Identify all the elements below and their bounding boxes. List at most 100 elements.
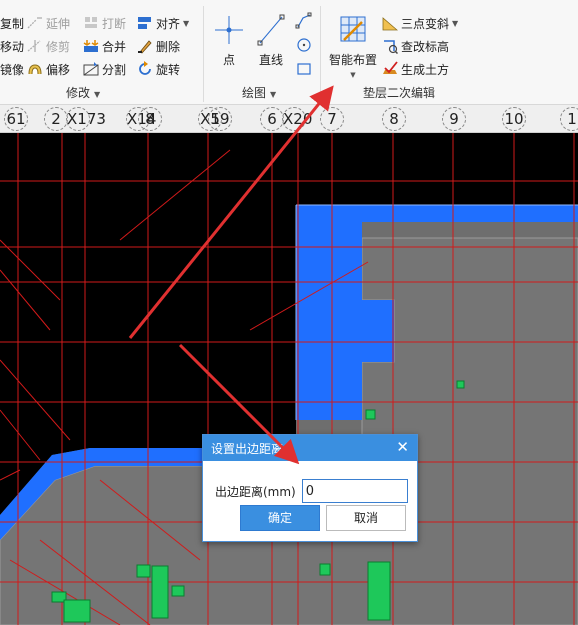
rectangle-button[interactable] — [295, 60, 313, 78]
polyline-icon — [295, 12, 312, 29]
drawing-canvas-svg — [0, 133, 578, 625]
ribbon-toolbar: 复制 移动 镜像 延伸 修剪 偏移 打断 合并 分割 对齐 ▼ 删除 旋转 修改… — [0, 0, 578, 105]
trim-icon — [27, 38, 43, 54]
axis-label-text: X20 — [283, 110, 313, 128]
smart-layout-icon — [340, 16, 366, 42]
point-label: 点 — [222, 53, 235, 67]
axis-label: 19 — [208, 107, 232, 131]
axis-label: 61 — [4, 107, 28, 131]
rotate-button[interactable]: 旋转 — [137, 60, 180, 78]
extend-icon — [27, 15, 43, 31]
offset-label: 偏移 — [46, 62, 71, 77]
axis-label-text: 19 — [210, 110, 230, 128]
trim-label: 修剪 — [46, 39, 71, 54]
merge-label: 合并 — [102, 39, 127, 54]
line-label: 直线 — [258, 53, 283, 67]
axis-label: 9 — [442, 107, 466, 131]
set-edge-distance-dialog: 设置出边距离 ✕ 出边距离(mm) 确定 取消 — [202, 434, 418, 542]
modify-group-dropdown-icon: ▼ — [94, 90, 101, 99]
ok-button[interactable]: 确定 — [240, 505, 320, 531]
three-point-slope-icon — [382, 15, 399, 31]
align-button[interactable]: 对齐 ▼ — [137, 14, 189, 32]
axis-label-text: 1 — [567, 110, 577, 128]
cushion-group-label: 垫层二次编辑 — [363, 86, 436, 100]
generate-earthwork-label: 生成土方 — [401, 62, 450, 77]
rotate-label: 旋转 — [156, 62, 181, 77]
line-button[interactable]: 直线 — [254, 14, 288, 68]
break-button[interactable]: 打断 — [83, 14, 126, 32]
circle-button[interactable] — [295, 36, 313, 54]
mirror-button[interactable]: 镜像 — [0, 60, 24, 78]
edge-distance-label: 出边距离(mm) — [215, 484, 296, 499]
dialog-title-bar[interactable]: 设置出边距离 ✕ — [203, 435, 417, 461]
move-label: 移动 — [0, 39, 25, 54]
three-point-slope-label: 三点变斜 — [401, 16, 450, 31]
split-label: 分割 — [102, 62, 127, 77]
axis-label: 1 — [560, 107, 578, 131]
point-icon — [215, 16, 243, 44]
trim-button[interactable]: 修剪 — [27, 37, 70, 55]
extend-button[interactable]: 延伸 — [27, 14, 70, 32]
align-icon — [137, 15, 153, 31]
align-dropdown-icon[interactable]: ▼ — [183, 19, 189, 28]
check-elevation-icon — [382, 38, 399, 55]
copy-button[interactable]: 复制 — [0, 14, 24, 32]
smart-layout-dropdown-icon: ▼ — [350, 71, 356, 79]
slab-inner — [0, 237, 578, 625]
extend-label: 延伸 — [46, 16, 71, 31]
axis-label: 2 — [44, 107, 68, 131]
axis-label: 7 — [320, 107, 344, 131]
point-button[interactable]: 点 — [212, 14, 246, 68]
axis-label: 6 — [260, 107, 284, 131]
separator — [203, 6, 204, 102]
offset-button[interactable]: 偏移 — [27, 60, 70, 78]
axis-label: 10 — [502, 107, 526, 131]
separator — [320, 6, 321, 102]
check-elevation-button[interactable]: 查改标高 — [382, 37, 449, 55]
smart-layout-label: 智能布置 — [328, 53, 377, 67]
axis-label-text: 7 — [327, 110, 337, 128]
break-label: 打断 — [102, 16, 127, 31]
edge-distance-input[interactable] — [301, 479, 408, 503]
cancel-button[interactable]: 取消 — [326, 505, 406, 531]
dialog-title: 设置出边距离 — [211, 442, 284, 456]
offset-icon — [27, 61, 43, 77]
axis-label: X173 — [66, 107, 106, 131]
axis-label: 8 — [138, 107, 162, 131]
axis-label-text: 9 — [449, 110, 459, 128]
align-label: 对齐 — [156, 16, 181, 31]
move-button[interactable]: 移动 — [0, 37, 24, 55]
close-icon[interactable]: ✕ — [396, 438, 409, 456]
edge-distance-row: 出边距离(mm) — [215, 479, 408, 503]
line-icon — [257, 14, 285, 46]
modify-group-label[interactable]: 修改 ▼ — [66, 84, 100, 101]
delete-icon — [137, 38, 153, 54]
axis-label-text: 6 — [267, 110, 277, 128]
axis-label-text: 8 — [389, 110, 399, 128]
axis-label-text: X173 — [67, 110, 106, 128]
split-button[interactable]: 分割 — [83, 60, 126, 78]
generate-earthwork-icon — [382, 61, 398, 77]
draw-group-label[interactable]: 绘图 ▼ — [242, 84, 276, 101]
axis-label-strip: 61 2 X173 X14 8 X5 19 6 X20 7 8 9 10 1 — [0, 105, 578, 133]
merge-icon — [83, 38, 99, 54]
draw-group-dropdown-icon: ▼ — [270, 90, 277, 99]
merge-button[interactable]: 合并 — [83, 37, 126, 55]
axis-label-text: 10 — [504, 110, 524, 128]
break-icon — [83, 15, 99, 31]
polyline-button[interactable] — [295, 12, 313, 30]
axis-label-text: 61 — [6, 110, 26, 128]
axis-label: 8 — [382, 107, 406, 131]
axis-label: X20 — [282, 107, 312, 131]
drawing-canvas[interactable] — [0, 133, 578, 625]
generate-earthwork-button[interactable]: 生成土方 — [382, 60, 449, 78]
check-elevation-label: 查改标高 — [401, 39, 450, 54]
three-point-slope-dropdown-icon[interactable]: ▼ — [452, 19, 458, 28]
copy-label: 复制 — [0, 16, 25, 31]
delete-label: 删除 — [156, 39, 181, 54]
delete-button[interactable]: 删除 — [137, 37, 180, 55]
axis-label-text: 8 — [145, 110, 155, 128]
three-point-slope-button[interactable]: 三点变斜 ▼ — [382, 14, 458, 32]
axis-label-text: 2 — [51, 110, 61, 128]
smart-layout-button[interactable]: 智能布置 ▼ — [326, 14, 380, 79]
